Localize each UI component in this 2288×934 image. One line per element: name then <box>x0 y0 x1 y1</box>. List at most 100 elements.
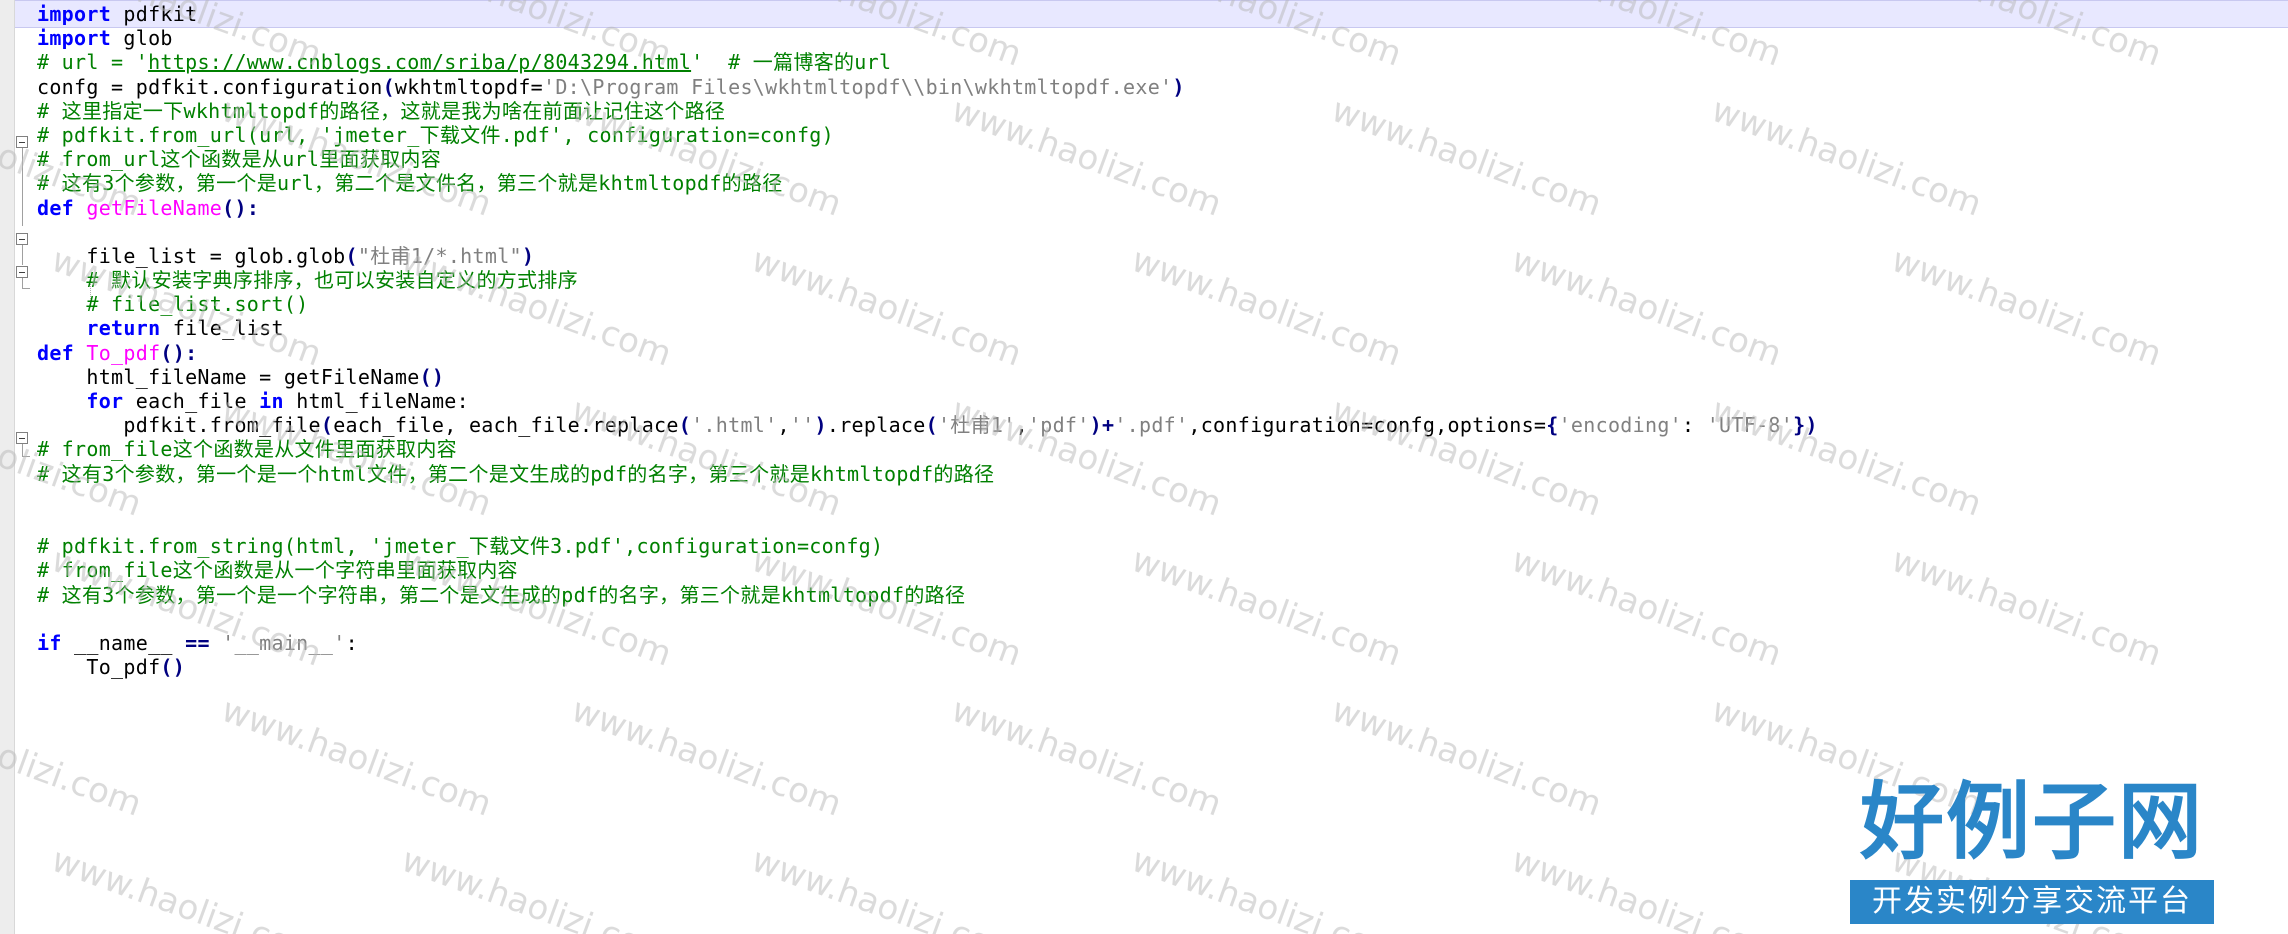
code-line[interactable]: if __name__ == '__main__': <box>37 631 1818 655</box>
code-token: # pdfkit.from_url(url, 'jmeter_下载文件.pdf'… <box>37 122 834 147</box>
code-text[interactable]: import pdfkit import glob # url = 'https:/… <box>37 2 1818 679</box>
code-token: : <box>1682 413 1707 438</box>
code-line[interactable]: # 这有3个参数，第一个是url，第二个是文件名，第三个就是khtmltopdf… <box>37 171 1818 195</box>
code-token: ( <box>320 413 334 438</box>
code-line[interactable]: To_pdf() <box>37 655 1818 679</box>
code-token: ( <box>345 243 358 268</box>
code-token: To_pdf <box>86 340 161 365</box>
code-token: '__main__' <box>222 630 346 655</box>
code-token: # 这里指定一下wkhtmltopdf的路径，这就是我为啥在前面让记住这个路径 <box>37 98 726 123</box>
code-token: def <box>37 340 75 365</box>
watermark-text: www.haolizi.com <box>1506 840 1787 934</box>
watermark-text: www.haolizi.com <box>1126 840 1407 934</box>
code-line[interactable]: import pdfkit <box>37 2 1818 26</box>
code-token: ( <box>382 74 395 99</box>
code-line[interactable]: # file_list.sort() <box>37 292 1818 316</box>
code-line[interactable]: file_list = glob.glob("杜甫1/*.html") <box>37 244 1818 268</box>
code-line[interactable]: return file_list <box>37 316 1818 340</box>
watermark-text: www.haolizi.com <box>746 840 1027 934</box>
code-line[interactable]: # from_url这个函数是从url里面获取内容 <box>37 147 1818 171</box>
code-line[interactable]: # from_file这个函数是从一个字符串里面获取内容 <box>37 558 1818 582</box>
code-token: each_file <box>123 389 260 413</box>
watermark-text: www.haolizi.com <box>566 690 847 825</box>
code-token: html_fileName: <box>283 389 469 413</box>
code-token: , <box>777 413 790 438</box>
code-token: { <box>1546 413 1559 438</box>
code-token: ( <box>678 413 692 438</box>
code-token: ( <box>925 413 938 438</box>
logo-subtitle: 开发实例分享交流平台 <box>1850 880 2214 924</box>
fold-end-marker <box>22 288 30 289</box>
code-token: # 这有3个参数，第一个是一个html文件，第二个是文生成的pdf的名字，第三个… <box>37 461 995 486</box>
code-token: in <box>259 389 284 413</box>
code-token: "杜甫1/*.html" <box>357 243 522 268</box>
code-token: pdfkit <box>111 2 198 26</box>
fold-margin[interactable] <box>0 0 15 934</box>
code-token: () <box>419 364 445 389</box>
code-token: 'UTF-8' <box>1706 413 1794 438</box>
code-line[interactable] <box>37 486 1818 510</box>
code-token: : <box>345 630 358 655</box>
code-line[interactable]: # from_file这个函数是从文件里面获取内容 <box>37 437 1818 461</box>
fold-end-marker <box>22 456 30 457</box>
code-token: (): <box>160 340 198 365</box>
code-line[interactable]: import glob <box>37 26 1818 50</box>
code-line[interactable] <box>37 607 1818 631</box>
code-token: To_pdf <box>37 655 161 680</box>
code-token: __name__ <box>61 630 186 655</box>
code-token: # pdfkit.from_string(html, 'jmeter_下载文件3… <box>37 534 884 559</box>
code-token: # 默认安装字典序排序，也可以安装自定义的方式排序 <box>37 268 578 293</box>
code-line[interactable]: def getFileName(): <box>37 196 1818 220</box>
code-line[interactable]: confg = pdfkit.configuration(wkhtmltopdf… <box>37 75 1818 99</box>
code-token: '' <box>789 413 815 438</box>
code-token: return <box>86 316 161 341</box>
code-line[interactable]: # 这有3个参数，第一个是一个html文件，第二个是文生成的pdf的名字，第三个… <box>37 462 1818 486</box>
code-token: if <box>37 630 62 655</box>
code-token: () <box>160 655 186 680</box>
code-line[interactable]: # pdfkit.from_url(url, 'jmeter_下载文件.pdf'… <box>37 123 1818 147</box>
code-line[interactable]: html_fileName = getFileName() <box>37 365 1818 389</box>
code-token: import <box>37 26 112 51</box>
code-line[interactable]: # url = 'https://www.cnblogs.com/sriba/p… <box>37 50 1818 74</box>
code-token: # file_list.sort() <box>37 292 309 317</box>
code-line[interactable]: pdfkit.from_file(each_file, each_file.re… <box>37 413 1818 437</box>
fold-toggle-icon[interactable] <box>16 233 28 245</box>
code-token: def <box>37 195 75 220</box>
code-line[interactable]: def To_pdf(): <box>37 341 1818 365</box>
fold-toggle-icon[interactable] <box>16 432 28 444</box>
watermark-text: www.haolizi.com <box>0 690 147 825</box>
code-line[interactable]: # pdfkit.from_string(html, 'jmeter_下载文件3… <box>37 534 1818 558</box>
code-token: # 这有3个参数，第一个是url，第二个是文件名，第三个就是khtmltopdf… <box>37 171 783 196</box>
code-token: # from_file这个函数是从文件里面获取内容 <box>37 437 457 462</box>
watermark-text: www.haolizi.com <box>1886 240 2167 375</box>
code-token: ) <box>521 243 535 268</box>
watermark-text: www.haolizi.com <box>1326 690 1607 825</box>
code-token: .replace <box>826 413 926 438</box>
code-token: '杜甫1' <box>937 413 1016 438</box>
code-line[interactable]: # 这有3个参数，第一个是一个字符串，第二个是文生成的pdf的名字，第三个就是k… <box>37 583 1818 607</box>
code-line[interactable] <box>37 510 1818 534</box>
code-line[interactable]: # 这里指定一下wkhtmltopdf的路径，这就是我为啥在前面让记住这个路径 <box>37 99 1818 123</box>
fold-toggle-icon[interactable] <box>16 136 28 148</box>
code-line[interactable] <box>37 220 1818 244</box>
code-token: pdfkit.from_file <box>37 413 321 438</box>
code-editor[interactable]: import pdfkit import glob # url = 'https:/… <box>0 0 2288 934</box>
code-line[interactable]: for each_file in html_fileName: <box>37 389 1818 413</box>
fold-guide <box>22 245 23 265</box>
watermark-text: www.haolizi.com <box>1886 540 2167 675</box>
code-token: '.html' <box>691 413 778 438</box>
fold-toggle-icon[interactable] <box>16 266 28 278</box>
code-token: # url = ' <box>37 50 149 75</box>
site-logo: 好例子网 开发实例分享交流平台 <box>1846 774 2218 924</box>
code-line[interactable]: # 默认安装字典序排序，也可以安装自定义的方式排序 <box>37 268 1818 292</box>
code-token: 'pdf' <box>1027 413 1090 438</box>
code-token: file_list = glob.glob <box>37 243 346 268</box>
code-token: (): <box>222 195 260 220</box>
code-token: each_file, each_file.replace <box>333 413 679 438</box>
fold-guide <box>22 444 23 456</box>
code-token: # from_file这个函数是从一个字符串里面获取内容 <box>37 558 518 583</box>
watermark-text: www.haolizi.com <box>946 690 1227 825</box>
